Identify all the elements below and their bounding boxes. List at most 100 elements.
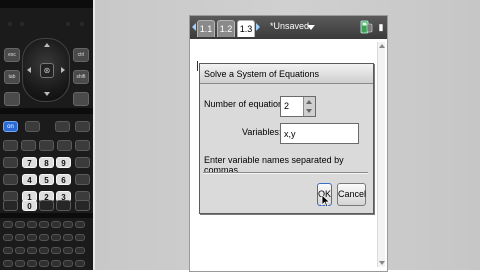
alpha-key[interactable]: [27, 260, 37, 267]
number-key[interactable]: 7: [22, 157, 37, 168]
arrow-left-icon: [27, 67, 31, 73]
document-title[interactable]: *Unsaved: [270, 21, 309, 31]
variables-input[interactable]: [280, 123, 359, 144]
alpha-key[interactable]: [75, 221, 85, 228]
chevron-down-icon[interactable]: [307, 25, 315, 30]
function-key[interactable]: [3, 140, 18, 151]
arrow-down-icon: [44, 92, 50, 96]
function-key[interactable]: [75, 121, 90, 132]
alpha-key[interactable]: [51, 234, 61, 241]
function-key[interactable]: [21, 140, 36, 151]
keypad-dot: [80, 22, 84, 26]
function-key[interactable]: [25, 121, 40, 132]
alpha-key[interactable]: [75, 247, 85, 254]
keypad-dot: [20, 22, 24, 26]
tab-key-label: tab: [8, 74, 16, 80]
alpha-key[interactable]: [75, 234, 85, 241]
tab-label: 1.1: [199, 24, 213, 34]
number-key[interactable]: 0: [22, 200, 37, 211]
keypad-top-strip: [0, 0, 93, 8]
function-key[interactable]: [39, 140, 54, 151]
spin-up-icon[interactable]: [306, 100, 312, 104]
tab-1-1[interactable]: 1.1: [197, 20, 215, 37]
alpha-key[interactable]: [15, 221, 25, 228]
function-key[interactable]: [3, 157, 18, 168]
function-key[interactable]: [55, 121, 70, 132]
alpha-key[interactable]: [75, 260, 85, 267]
shift-key-label: shift: [76, 74, 86, 80]
alpha-key[interactable]: [15, 247, 25, 254]
shift-key[interactable]: shift: [73, 70, 89, 84]
function-key[interactable]: [75, 140, 90, 151]
alpha-key[interactable]: [39, 247, 49, 254]
alpha-key[interactable]: [51, 247, 61, 254]
alpha-key[interactable]: [39, 260, 49, 267]
ctrl-key[interactable]: ctrl: [73, 48, 89, 62]
alpha-key[interactable]: [51, 260, 61, 267]
keypad-dot: [8, 22, 12, 26]
stepper-spin-buttons[interactable]: [303, 97, 315, 116]
alpha-key[interactable]: [63, 247, 73, 254]
alpha-key[interactable]: [27, 234, 37, 241]
negative-key[interactable]: [56, 200, 71, 211]
keypad-divider: [0, 213, 93, 218]
mouse-pointer-icon: [321, 194, 331, 208]
tab-1-3[interactable]: 1.3: [237, 20, 255, 37]
tab-label: 1.3: [239, 24, 253, 34]
chevron-left-icon[interactable]: [192, 23, 196, 31]
alpha-key[interactable]: [39, 234, 49, 241]
number-key[interactable]: 5: [39, 174, 54, 185]
home-key[interactable]: [4, 92, 20, 106]
operator-key[interactable]: [75, 174, 90, 185]
dialog-title: Solve a System of Equations: [200, 64, 373, 84]
spin-down-icon[interactable]: [306, 109, 312, 113]
alpha-key[interactable]: [63, 260, 73, 267]
alpha-key[interactable]: [3, 260, 13, 267]
scroll-down-icon[interactable]: [379, 261, 385, 265]
alpha-key[interactable]: [39, 221, 49, 228]
function-key[interactable]: [57, 140, 72, 151]
touchpad-center-glyph: ⊛: [43, 66, 51, 75]
number-key[interactable]: 9: [56, 157, 71, 168]
touchpad[interactable]: ⊛: [22, 38, 70, 102]
enter-key[interactable]: [75, 200, 90, 211]
alpha-key[interactable]: [3, 234, 13, 241]
number-key[interactable]: 8: [39, 157, 54, 168]
cancel-button[interactable]: Cancel: [337, 183, 366, 206]
document-tab-bar: 1.1 1.2 1.3 *Unsaved ▮: [190, 16, 387, 39]
ctrl-key-label: ctrl: [77, 52, 85, 58]
esc-key-label: esc: [8, 52, 16, 58]
alpha-key[interactable]: [3, 247, 13, 254]
vertical-scrollbar[interactable]: [377, 42, 385, 267]
tab-key[interactable]: tab: [4, 70, 20, 84]
esc-key[interactable]: esc: [4, 48, 20, 62]
alpha-key[interactable]: [3, 221, 13, 228]
alpha-key[interactable]: [63, 221, 73, 228]
alpha-key[interactable]: [15, 234, 25, 241]
on-key[interactable]: on: [3, 121, 18, 132]
alpha-key[interactable]: [63, 234, 73, 241]
alpha-key[interactable]: [51, 221, 61, 228]
window-menu-icon[interactable]: ▮: [376, 19, 386, 35]
number-key[interactable]: 4: [22, 174, 37, 185]
function-key[interactable]: [3, 174, 18, 185]
function-key[interactable]: [3, 200, 18, 211]
chevron-right-icon[interactable]: [256, 23, 260, 31]
num-equations-stepper[interactable]: 2: [280, 96, 316, 117]
tab-1-2[interactable]: 1.2: [217, 20, 235, 37]
number-key[interactable]: 6: [56, 174, 71, 185]
calculator-mode-icon[interactable]: [360, 20, 373, 34]
touchpad-center-button[interactable]: ⊛: [40, 63, 54, 78]
num-equations-label: Number of equations: [204, 99, 288, 109]
keypad-divider: [0, 108, 93, 114]
decimal-key[interactable]: [39, 200, 54, 211]
doc-key[interactable]: [73, 92, 89, 106]
alpha-key[interactable]: [27, 221, 37, 228]
scroll-up-icon[interactable]: [379, 44, 385, 48]
num-equations-value[interactable]: 2: [284, 101, 289, 111]
handheld-keypad: esc tab ctrl shift ⊛ on 7 8 9 4 5 6 1 2 …: [0, 0, 93, 270]
alpha-key[interactable]: [15, 260, 25, 267]
keypad-dot: [66, 22, 70, 26]
operator-key[interactable]: [75, 157, 90, 168]
alpha-key[interactable]: [27, 247, 37, 254]
